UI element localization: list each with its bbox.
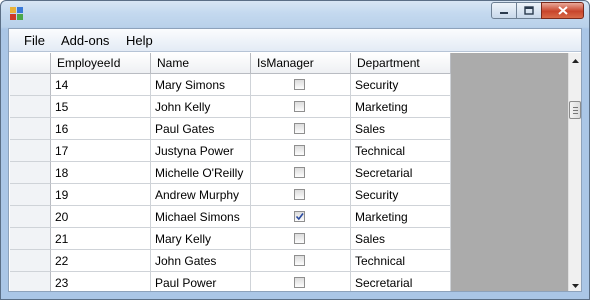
maximize-button[interactable] [516, 2, 542, 19]
cell-employeeid[interactable]: 15 [51, 96, 151, 118]
ismanager-checkbox[interactable] [294, 277, 305, 288]
cell-ismanager[interactable] [251, 96, 351, 118]
employee-grid[interactable]: EmployeeId Name IsManager Department 14 M… [10, 53, 581, 291]
cell-employeeid[interactable]: 17 [51, 140, 151, 162]
row-header[interactable] [10, 272, 51, 291]
arrow-up-icon [572, 58, 579, 63]
close-icon [557, 6, 568, 15]
row-header[interactable] [10, 206, 51, 228]
minimize-icon [500, 11, 508, 14]
row-header[interactable] [10, 118, 51, 140]
cell-department[interactable]: Sales [351, 228, 451, 250]
column-header-department[interactable]: Department [351, 53, 451, 74]
cell-name[interactable]: Paul Gates [151, 118, 251, 140]
row-header[interactable] [10, 96, 51, 118]
cell-ismanager[interactable] [251, 206, 351, 228]
title-bar[interactable] [1, 1, 589, 27]
column-header-employeeid[interactable]: EmployeeId [51, 53, 151, 74]
row-header[interactable] [10, 250, 51, 272]
menu-bar: File Add-ons Help [9, 29, 581, 52]
arrow-down-icon [572, 283, 579, 288]
cell-department[interactable]: Technical [351, 250, 451, 272]
scroll-thumb[interactable] [569, 101, 581, 119]
cell-employeeid[interactable]: 19 [51, 184, 151, 206]
scroll-down-button[interactable] [570, 279, 581, 291]
client-area: File Add-ons Help EmployeeId Name IsMana… [8, 28, 582, 292]
cell-employeeid[interactable]: 21 [51, 228, 151, 250]
ismanager-checkbox[interactable] [294, 233, 305, 244]
cell-name[interactable]: Mary Kelly [151, 228, 251, 250]
cell-ismanager[interactable] [251, 272, 351, 291]
cell-ismanager[interactable] [251, 74, 351, 96]
ismanager-checkbox[interactable] [294, 167, 305, 178]
column-header-ismanager[interactable]: IsManager [251, 53, 351, 74]
vertical-scrollbar[interactable] [568, 53, 581, 291]
cell-department[interactable]: Secretarial [351, 272, 451, 291]
cell-ismanager[interactable] [251, 118, 351, 140]
cell-name[interactable]: Andrew Murphy [151, 184, 251, 206]
menu-file[interactable]: File [24, 33, 45, 48]
ismanager-checkbox[interactable] [294, 79, 305, 90]
cell-employeeid[interactable]: 20 [51, 206, 151, 228]
cell-department[interactable]: Technical [351, 140, 451, 162]
app-icon[interactable] [10, 7, 24, 21]
cell-name[interactable]: John Kelly [151, 96, 251, 118]
cell-name[interactable]: Michelle O'Reilly [151, 162, 251, 184]
minimize-button[interactable] [491, 2, 517, 19]
maximize-icon [524, 6, 534, 15]
cell-ismanager[interactable] [251, 250, 351, 272]
cell-employeeid[interactable]: 22 [51, 250, 151, 272]
cell-employeeid[interactable]: 23 [51, 272, 151, 291]
cell-ismanager[interactable] [251, 184, 351, 206]
ismanager-checkbox[interactable] [294, 189, 305, 200]
ismanager-checkbox[interactable] [294, 123, 305, 134]
row-header[interactable] [10, 162, 51, 184]
cell-department[interactable]: Sales [351, 118, 451, 140]
row-header[interactable] [10, 228, 51, 250]
cell-employeeid[interactable]: 18 [51, 162, 151, 184]
cell-department[interactable]: Security [351, 74, 451, 96]
cell-ismanager[interactable] [251, 162, 351, 184]
ismanager-checkbox[interactable] [294, 255, 305, 266]
cell-name[interactable]: Justyna Power [151, 140, 251, 162]
row-header[interactable] [10, 140, 51, 162]
cell-name[interactable]: Paul Power [151, 272, 251, 291]
cell-ismanager[interactable] [251, 228, 351, 250]
cell-employeeid[interactable]: 16 [51, 118, 151, 140]
ismanager-checkbox[interactable] [294, 211, 305, 222]
column-header-name[interactable]: Name [151, 53, 251, 74]
cell-department[interactable]: Marketing [351, 206, 451, 228]
cell-ismanager[interactable] [251, 140, 351, 162]
cell-department[interactable]: Secretarial [351, 162, 451, 184]
menu-add-ons[interactable]: Add-ons [61, 33, 109, 48]
checkmark-icon [295, 213, 304, 221]
close-button[interactable] [541, 2, 584, 19]
cell-department[interactable]: Marketing [351, 96, 451, 118]
row-header[interactable] [10, 74, 51, 96]
row-header[interactable] [10, 184, 51, 206]
cell-name[interactable]: John Gates [151, 250, 251, 272]
app-window: File Add-ons Help EmployeeId Name IsMana… [0, 0, 590, 300]
scroll-up-button[interactable] [570, 54, 581, 67]
cell-name[interactable]: Mary Simons [151, 74, 251, 96]
cell-department[interactable]: Security [351, 184, 451, 206]
ismanager-checkbox[interactable] [294, 145, 305, 156]
cell-name[interactable]: Michael Simons [151, 206, 251, 228]
ismanager-checkbox[interactable] [294, 101, 305, 112]
menu-help[interactable]: Help [126, 33, 153, 48]
cell-employeeid[interactable]: 14 [51, 74, 151, 96]
grid-corner-header[interactable] [10, 53, 51, 74]
